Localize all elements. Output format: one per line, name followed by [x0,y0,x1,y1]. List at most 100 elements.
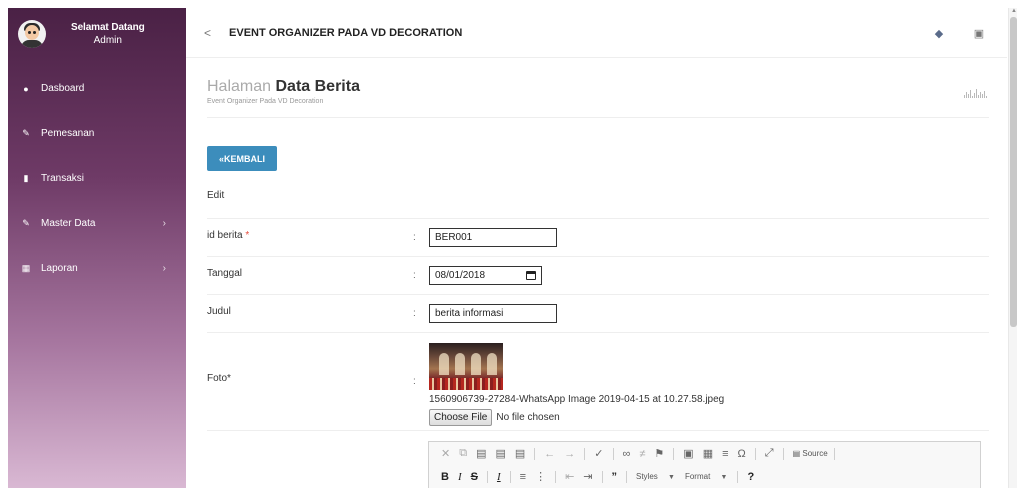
photo-filename: 1560906739-27284-WhatsApp Image 2019-04-… [429,394,725,405]
pencil-icon: ✎ [22,128,30,138]
anchor-flag-icon[interactable]: ⚑ [654,447,664,460]
help-icon[interactable]: ? [747,471,754,483]
sidebar-item-transaksi[interactable]: ▮ Transaksi [8,156,186,201]
sidebar-item-label: Master Data [41,218,96,229]
id-input[interactable]: BER001 [429,228,557,247]
source-button[interactable]: ▤ Source [793,449,828,458]
paint-bucket-icon[interactable]: ◆ [919,27,959,40]
image-icon[interactable]: ▣ [683,447,693,460]
editor-toolbar-row-2: B I S I ≡ ⋮ ⇤ ⇥ ” Styles ▼ Format ▼ ? [429,465,980,488]
sidebar-item-dashboard[interactable]: ● Dasboard [8,66,186,111]
colon: : [413,270,416,281]
sidebar-menu: ● Dasboard ✎ Pemesanan ▮ Transaksi ✎ Mas… [8,66,186,291]
date-label: Tanggal [207,268,243,279]
scroll-up-arrow-icon[interactable]: ▲ [1011,8,1017,14]
italic-icon[interactable]: I [458,471,462,483]
cut-icon[interactable]: ✕ [441,447,450,460]
calendar-picker-icon[interactable] [526,271,536,280]
rich-text-editor: ✕ ⧉ ▤ ▤ ▤ ← → ✓ ∞ ≠ ⚑ ▣ ▦ ≡ Ω ⤢ ▤ Source… [428,441,981,488]
horizontal-line-icon[interactable]: ≡ [722,448,728,460]
top-bar: < EVENT ORGANIZER PADA VD DECORATION ◆ ▣ [186,8,1007,58]
dashboard-icon: ● [23,83,29,94]
spellcheck-icon[interactable]: ✓ [594,447,603,460]
sidebar-item-label: Transaksi [41,173,84,184]
editor-toolbar-row-1: ✕ ⧉ ▤ ▤ ▤ ← → ✓ ∞ ≠ ⚑ ▣ ▦ ≡ Ω ⤢ ▤ Source [429,442,980,465]
id-label: id berita * [207,230,249,241]
back-button-label: KEMBALI [224,153,265,164]
sidebar-item-pemesanan[interactable]: ✎ Pemesanan [8,111,186,156]
avatar [18,20,46,48]
id-label-text: id berita [207,230,243,241]
colon: : [413,308,416,319]
user-panel: Selamat Datang Admin [8,8,186,66]
app-title: EVENT ORGANIZER PADA VD DECORATION [229,26,463,39]
redo-icon[interactable]: → [564,448,575,460]
unlink-icon[interactable]: ≠ [639,448,645,460]
blockquote-icon[interactable]: ” [612,471,618,483]
sidebar-item-laporan[interactable]: ▦ Laporan › [8,246,186,291]
sidebar-toggle-button[interactable]: < [204,26,211,40]
remove-format-icon[interactable]: I [497,471,501,483]
page-title: Halaman Data Berita [207,78,989,96]
photo-label: Foto* [207,373,231,384]
sidebar-item-master-data[interactable]: ✎ Master Data › [8,201,186,246]
back-button[interactable]: « KEMBALI [207,146,277,171]
outdent-icon[interactable]: ⇤ [565,470,574,483]
user-role: Admin [93,35,122,46]
edit-heading: Edit [207,190,225,201]
edit-icon: ✎ [22,218,30,228]
indent-icon[interactable]: ⇥ [583,470,592,483]
page-subtitle: Event Organizer Pada VD Decoration [207,98,324,105]
sidebar-item-label: Dasboard [41,83,85,94]
chevron-right-icon: › [162,263,166,274]
strikethrough-icon[interactable]: S [471,471,478,483]
sidebar-item-label: Laporan [41,263,78,274]
copy-icon[interactable]: ⧉ [459,447,467,460]
no-file-text: No file chosen [496,412,560,423]
format-label: Format [684,472,711,481]
format-dropdown[interactable]: Format ▼ [685,472,728,481]
source-icon: ▤ [792,449,801,458]
scrollbar-thumb[interactable] [1010,17,1017,327]
sidebar-item-label: Pemesanan [41,128,95,139]
page-header: Halaman Data Berita Event Organizer Pada… [207,78,989,118]
styles-dropdown[interactable]: Styles ▼ [636,472,675,481]
form-row-title: Judul : berita informasi [207,294,989,332]
photo-field: 1560906739-27284-WhatsApp Image 2019-04-… [429,343,724,426]
chevron-down-icon: ▼ [668,474,675,481]
form-row-id: id berita * : BER001 [207,218,989,256]
page-title-light: Halaman [207,78,272,95]
link-icon[interactable]: ∞ [623,448,631,460]
paste-icon[interactable]: ▤ [476,447,486,460]
greeting-text: Selamat Datang [71,22,145,33]
required-mark: * [245,230,250,241]
choose-file-button[interactable]: Choose File [429,409,493,426]
scrollbar[interactable]: ▲ [1008,8,1017,488]
top-right-icons: ◆ ▣ [919,8,999,58]
title-input[interactable]: berita informasi [429,304,557,323]
bar-chart-icon [964,88,987,98]
paste-word-icon[interactable]: ▤ [515,447,525,460]
numbered-list-icon[interactable]: ≡ [520,471,526,483]
bulleted-list-icon[interactable]: ⋮ [535,470,546,483]
bold-icon[interactable]: B [441,471,449,483]
source-label: Source [802,449,828,458]
styles-label: Styles [636,472,658,481]
undo-icon[interactable]: ← [544,448,555,460]
form-row-photo: Foto* : 1560906739-27284-WhatsApp Image … [207,332,989,430]
date-input[interactable]: 08/01/2018 [429,266,542,285]
fullscreen-icon[interactable]: ▣ [959,27,999,40]
chevron-down-icon: ▼ [720,474,728,481]
photo-thumbnail [429,343,503,390]
calendar-icon: ▦ [21,263,31,273]
table-icon[interactable]: ▦ [703,447,713,460]
file-input: Choose File No file chosen [429,409,724,426]
maximize-icon[interactable]: ⤢ [765,447,774,460]
page-title-bold: Data Berita [275,78,360,95]
paste-text-icon[interactable]: ▤ [495,447,505,460]
title-label: Judul [207,306,231,317]
special-char-icon[interactable]: Ω [738,448,746,460]
date-value: 08/01/2018 [435,270,486,281]
user-info: Selamat Datang Admin [71,22,145,46]
sidebar: Selamat Datang Admin ● Dasboard ✎ Pemesa… [8,8,186,488]
